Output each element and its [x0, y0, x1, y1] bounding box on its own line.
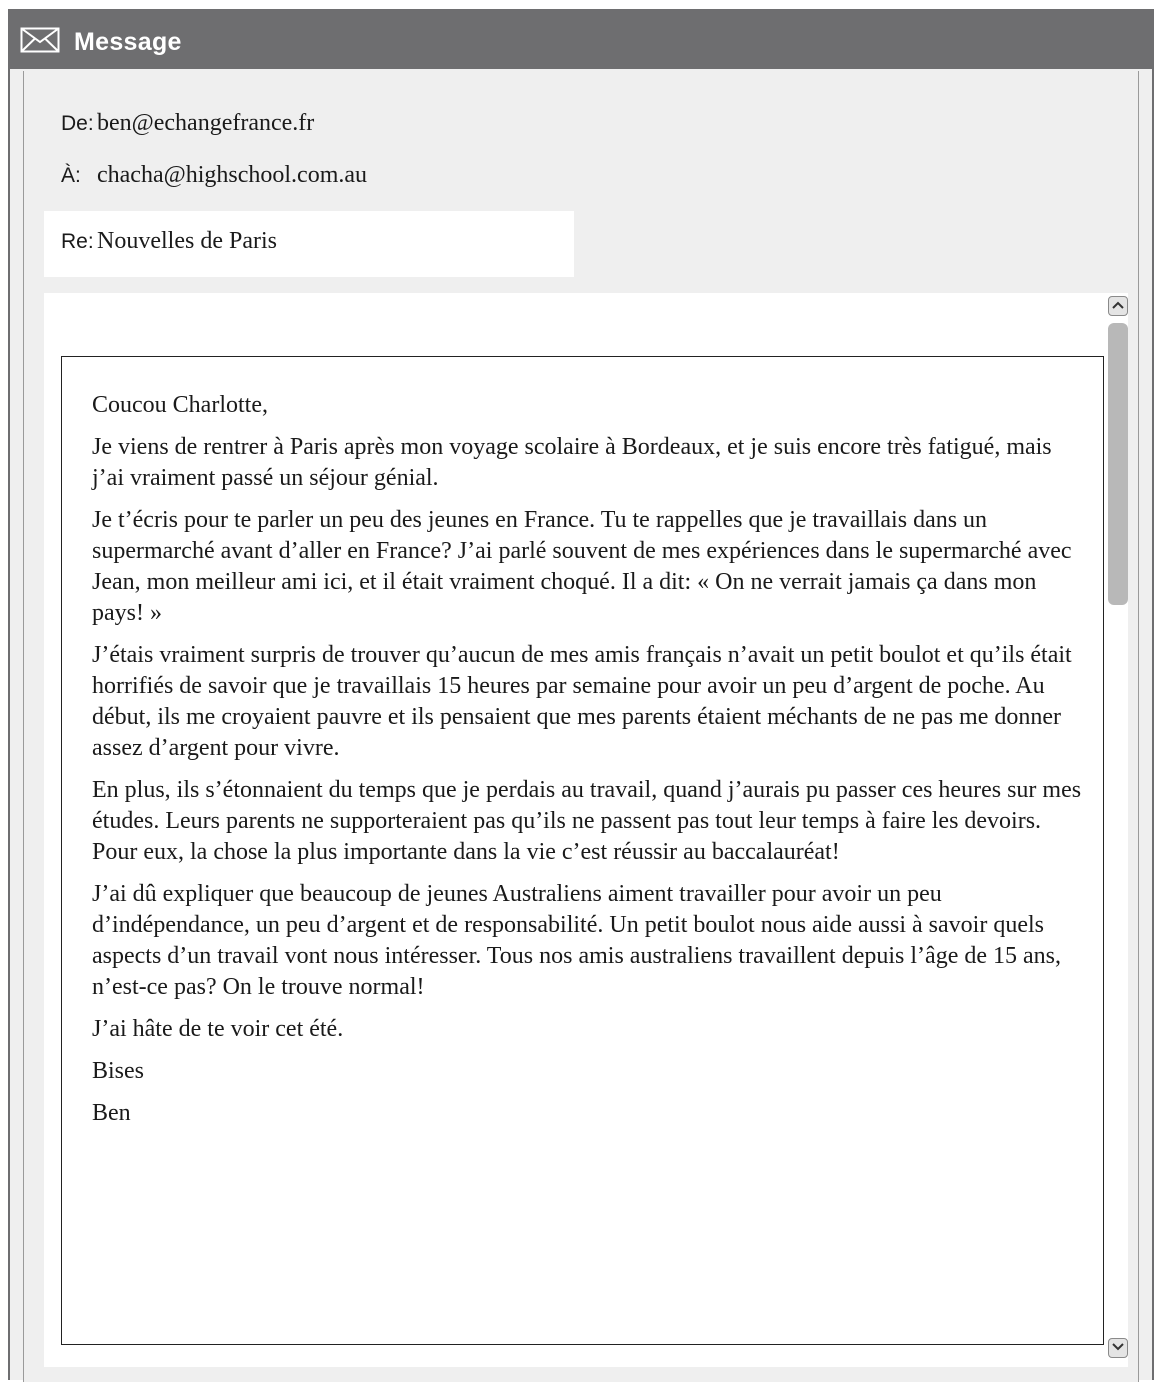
letter-paragraph: J’ai dû expliquer que beaucoup de jeunes… [92, 881, 1061, 1000]
message-body-area: De: ben@echangefrance.fr À: chacha@highsch… [23, 71, 1139, 1382]
from-label: De: [61, 112, 94, 135]
subject-value: Nouvelles de Paris [97, 228, 277, 254]
letter-paragraph: J’étais vraiment surpris de trouver qu’a… [92, 642, 1072, 761]
window-title: Message [74, 27, 182, 56]
letter-paragraph: J’ai hâte de te voir cet été. [92, 1016, 344, 1042]
letter-paragraph: Je t’écris pour te parler un peu des jeu… [92, 507, 1072, 626]
letter-text: Coucou Charlotte, Je viens de rentrer à … [92, 390, 1082, 1140]
letter-paragraph: Bises [92, 1058, 145, 1084]
subject-field[interactable]: Re: Nouvelles de Paris [44, 211, 574, 277]
message-window: Message De: ben@echangefrance.fr À: chacha… [8, 9, 1154, 1382]
letter-paragraph: Coucou Charlotte, [92, 392, 268, 418]
title-bar: Message [10, 11, 1152, 69]
to-value: chacha@highschool.com.au [97, 162, 368, 188]
to-label: À: [61, 164, 81, 187]
chevron-down-icon [1111, 1339, 1125, 1357]
chevron-up-icon [1111, 297, 1125, 315]
scroll-down-button[interactable] [1108, 1338, 1128, 1358]
letter-paragraph: Je viens de rentrer à Paris après mon vo… [92, 434, 1052, 491]
vertical-scrollbar[interactable] [1106, 292, 1132, 1366]
subject-label: Re: [61, 230, 94, 253]
letter-paragraph: En plus, ils s’étonnaient du temps que j… [92, 777, 1082, 865]
from-row: De: ben@echangefrance.fr [61, 110, 314, 137]
message-content-pane[interactable]: Coucou Charlotte, Je viens de rentrer à … [44, 293, 1128, 1367]
letter-box: Coucou Charlotte, Je viens de rentrer à … [61, 356, 1104, 1345]
from-value: ben@echangefrance.fr [97, 110, 315, 136]
letter-paragraph: Ben [92, 1100, 131, 1126]
to-row: À: chacha@highschool.com.au [61, 162, 367, 189]
envelope-icon [20, 26, 60, 54]
scroll-thumb[interactable] [1108, 323, 1128, 605]
scroll-up-button[interactable] [1108, 296, 1128, 316]
